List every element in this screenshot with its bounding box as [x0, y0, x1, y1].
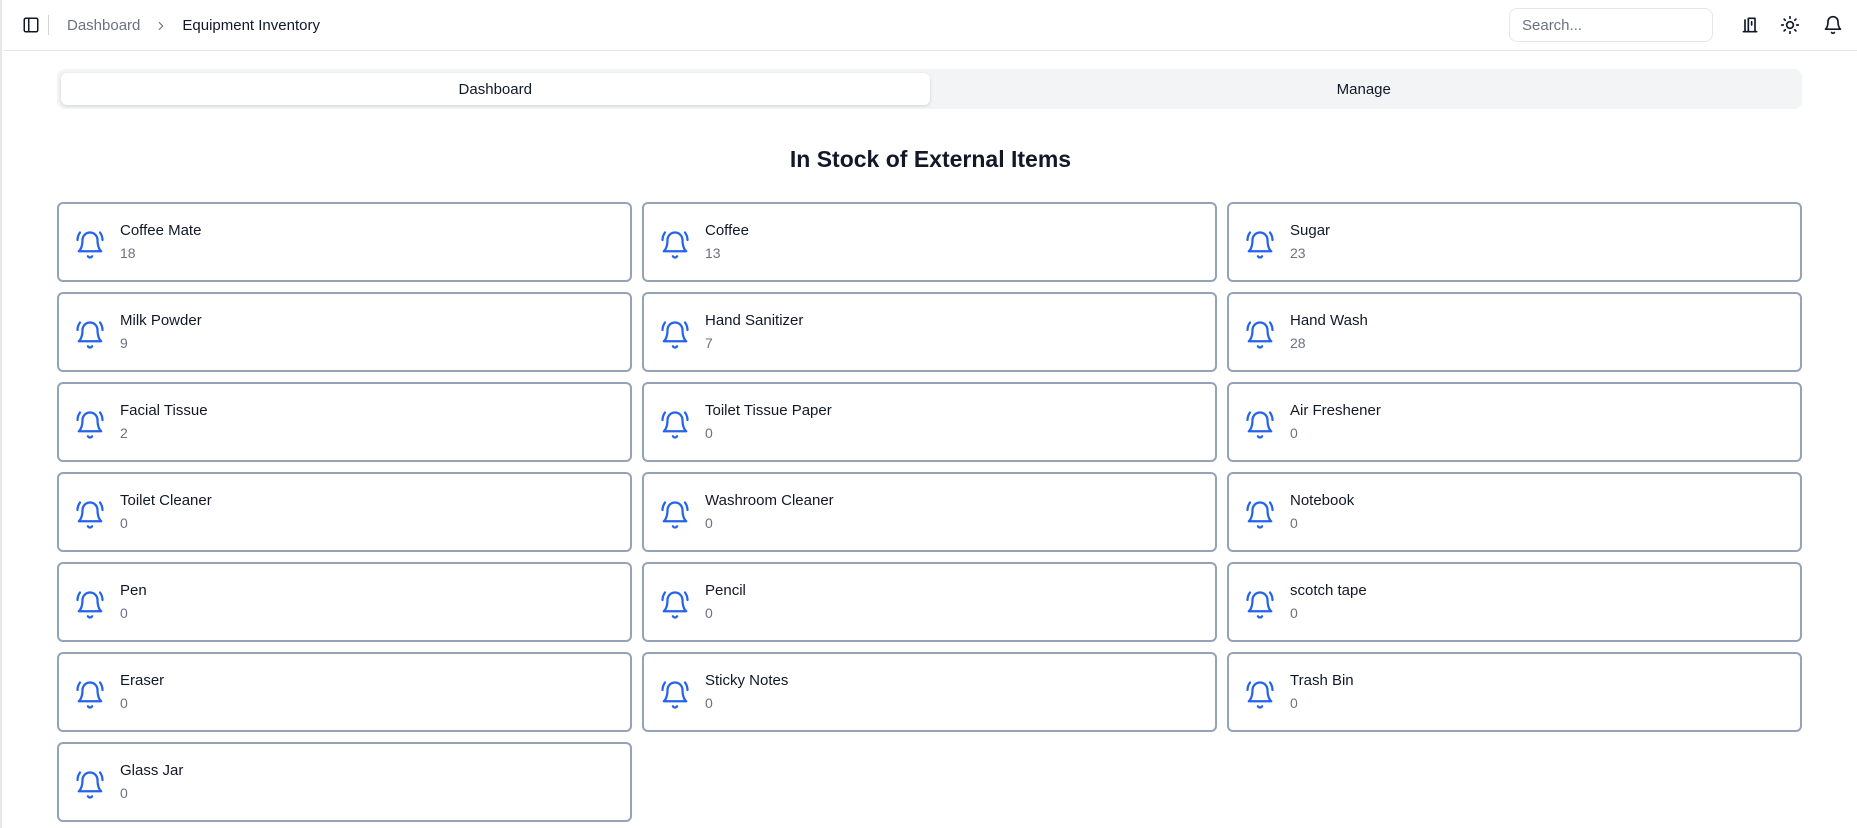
bell-ring-icon — [1245, 320, 1275, 350]
item-name: Washroom Cleaner — [705, 492, 834, 509]
bell-ring-icon — [660, 680, 690, 710]
item-quantity: 7 — [705, 335, 713, 351]
item-card[interactable]: Toilet Cleaner 0 — [57, 472, 632, 552]
sidebar-toggle-icon[interactable] — [20, 14, 42, 36]
item-name: Toilet Tissue Paper — [705, 402, 832, 419]
item-card[interactable]: scotch tape 0 — [1227, 562, 1802, 642]
bell-ring-icon — [660, 320, 690, 350]
bell-ring-icon — [75, 320, 105, 350]
item-card[interactable]: Hand Sanitizer 7 — [642, 292, 1217, 372]
item-name: Eraser — [120, 672, 165, 689]
item-name: Sugar — [1290, 222, 1331, 239]
item-name: Hand Sanitizer — [705, 312, 804, 329]
bell-ring-icon — [75, 590, 105, 620]
item-card[interactable]: Eraser 0 — [57, 652, 632, 732]
item-card[interactable]: Glass Jar 0 — [57, 742, 632, 822]
item-quantity: 13 — [705, 245, 721, 261]
section-title: In Stock of External Items — [789, 146, 1072, 172]
item-name: Pencil — [705, 582, 746, 599]
chevron-right-icon — [154, 19, 168, 33]
item-quantity: 0 — [705, 515, 713, 531]
item-quantity: 2 — [120, 425, 128, 441]
item-card[interactable]: Milk Powder 9 — [57, 292, 632, 372]
item-card[interactable]: Coffee 13 — [642, 202, 1217, 282]
item-quantity: 0 — [705, 425, 713, 441]
bell-ring-icon — [1245, 680, 1275, 710]
item-quantity: 0 — [705, 605, 713, 621]
bell-ring-icon — [660, 230, 690, 260]
item-name: Pen — [120, 582, 147, 599]
item-quantity: 18 — [120, 245, 136, 261]
item-quantity: 0 — [120, 515, 128, 531]
items-grid: Coffee Mate 18 Coffee 13 Sugar 23 Milk Powder 9… — [57, 202, 1802, 822]
header-divider — [48, 15, 49, 35]
item-name: Coffee — [705, 222, 749, 239]
item-name: Coffee Mate — [120, 222, 202, 239]
breadcrumb: Dashboard Equipment Inventory — [67, 0, 320, 51]
item-name: Trash Bin — [1290, 672, 1354, 689]
item-name: Facial Tissue — [120, 402, 208, 419]
bell-ring-icon — [75, 680, 105, 710]
view-tabs: Dashboard Manage — [57, 69, 1802, 109]
item-name: Sticky Notes — [705, 672, 789, 689]
item-name: Hand Wash — [1290, 312, 1368, 329]
item-card[interactable]: Trash Bin 0 — [1227, 652, 1802, 732]
item-quantity: 28 — [1290, 335, 1306, 351]
item-name: Notebook — [1290, 492, 1355, 509]
item-name: Toilet Cleaner — [120, 492, 212, 509]
item-card[interactable]: Air Freshener 0 — [1227, 382, 1802, 462]
bell-ring-icon — [1245, 230, 1275, 260]
item-name: scotch tape — [1290, 582, 1367, 599]
item-quantity: 0 — [120, 695, 128, 711]
bell-ring-icon — [1245, 500, 1275, 530]
item-quantity: 23 — [1290, 245, 1306, 261]
tab-dashboard[interactable]: Dashboard — [61, 73, 930, 105]
item-quantity: 0 — [120, 605, 128, 621]
bell-ring-icon — [1245, 590, 1275, 620]
search-input[interactable] — [1509, 8, 1713, 42]
item-quantity: 0 — [120, 785, 128, 801]
item-card[interactable]: Hand Wash 28 — [1227, 292, 1802, 372]
item-quantity: 0 — [1290, 425, 1298, 441]
item-card[interactable]: Pen 0 — [57, 562, 632, 642]
item-quantity: 0 — [1290, 605, 1298, 621]
breadcrumb-current-page: Equipment Inventory — [182, 17, 320, 34]
item-card[interactable]: Washroom Cleaner 0 — [642, 472, 1217, 552]
bell-ring-icon — [75, 500, 105, 530]
bell-ring-icon — [75, 230, 105, 260]
bell-icon[interactable] — [1821, 13, 1845, 37]
item-card[interactable]: Notebook 0 — [1227, 472, 1802, 552]
tab-manage[interactable]: Manage — [930, 73, 1799, 105]
item-quantity: 0 — [1290, 515, 1298, 531]
bell-ring-icon — [660, 590, 690, 620]
breadcrumb-dashboard-link[interactable]: Dashboard — [67, 17, 140, 34]
item-quantity: 0 — [1290, 695, 1298, 711]
item-name: Air Freshener — [1290, 402, 1381, 419]
bell-ring-icon — [1245, 410, 1275, 440]
bell-ring-icon — [660, 410, 690, 440]
item-card[interactable]: Sticky Notes 0 — [642, 652, 1217, 732]
library-icon[interactable] — [1738, 13, 1762, 37]
sun-icon[interactable] — [1778, 13, 1802, 37]
bell-ring-icon — [660, 500, 690, 530]
bell-ring-icon — [75, 410, 105, 440]
top-bar: Dashboard Equipment Inventory — [4, 0, 1857, 51]
item-quantity: 0 — [705, 695, 713, 711]
item-card[interactable]: Facial Tissue 2 — [57, 382, 632, 462]
item-card[interactable]: Pencil 0 — [642, 562, 1217, 642]
item-name: Milk Powder — [120, 312, 202, 329]
item-name: Glass Jar — [120, 762, 184, 779]
item-card[interactable]: Sugar 23 — [1227, 202, 1802, 282]
bell-ring-icon — [75, 770, 105, 800]
item-card[interactable]: Toilet Tissue Paper 0 — [642, 382, 1217, 462]
app-frame: Dashboard Equipment Inventory Search... … — [0, 0, 1857, 828]
item-quantity: 9 — [120, 335, 128, 351]
item-card[interactable]: Coffee Mate 18 — [57, 202, 632, 282]
